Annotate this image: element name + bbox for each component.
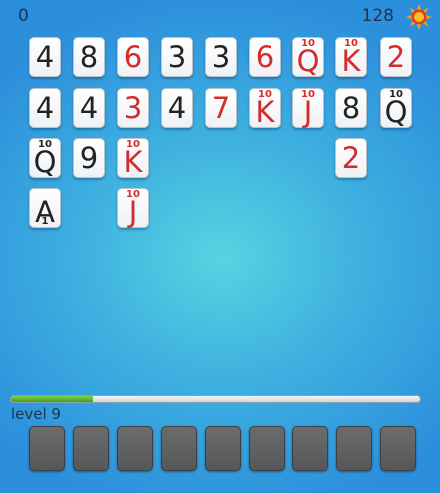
card-rank: J [303,95,313,129]
card-rank: K [341,44,361,78]
card-rank: 7 [211,91,231,125]
card-rank: 6 [255,40,275,74]
tray-slot[interactable] [29,426,65,471]
card-rank: 4 [167,91,187,125]
card-rank: 3 [123,91,143,125]
card-rank: K [123,145,143,179]
card-rank: Q [296,44,320,78]
card[interactable]: 10 Q [292,37,324,77]
card-rank: 4 [79,91,99,125]
tray-slot[interactable] [72,426,109,471]
card[interactable]: 3 [161,37,193,77]
tray-slot[interactable] [116,426,153,471]
card-rank: Q [33,145,57,179]
card-value-badge: 1 [41,216,49,227]
card[interactable]: 10 Q [380,88,412,128]
card-rank: 6 [123,40,143,74]
card[interactable]: 4 [29,88,61,128]
card-rank: 9 [79,141,99,175]
card[interactable]: 10 Q [29,138,61,178]
tray-slot[interactable] [248,426,285,471]
tray-slot[interactable] [336,426,373,471]
level-progress-bar [10,395,421,403]
card-rank: 3 [211,40,231,74]
card[interactable]: 10 J [292,88,324,128]
card[interactable]: 10 K [335,37,367,77]
card-rank: 4 [35,91,55,125]
card[interactable]: 2 [335,138,367,178]
tray-slot[interactable] [292,426,329,471]
card-rank: J [128,195,138,229]
card-rank: Q [384,95,408,129]
card[interactable]: 3 [205,37,237,77]
card[interactable]: A1 [29,188,61,228]
card[interactable]: 4 [161,88,193,128]
card-board: 4 8 6 3 3 6 10 Q 10 K 2 4 4 3 4 7 10 K 10 J 8 10 Q 10 Q 9 10 K 2 A 1 10… [0,0,440,240]
card[interactable]: 10 K [249,88,281,128]
card-rank: 3 [167,40,187,74]
card[interactable]: 2 [380,37,412,77]
card[interactable]: 8 [73,37,105,77]
card[interactable]: 6 [249,37,281,77]
card[interactable]: 4 [73,88,105,128]
level-label: level 9 [11,405,61,423]
card[interactable]: 10 K [117,138,149,178]
tray-slot[interactable] [204,426,241,471]
card[interactable]: 7 [205,88,237,128]
card[interactable]: 4 [29,37,61,77]
level-progress-fill [11,396,93,402]
card-rank: K [255,95,275,129]
card-rank: 8 [341,91,361,125]
card[interactable]: 9 [73,138,105,178]
tray-slot[interactable] [160,426,197,471]
card[interactable]: 3 [117,88,149,128]
card-rank: 2 [386,40,406,74]
card[interactable]: 8 [335,88,367,128]
card-rank: 4 [35,40,55,74]
tray-slot[interactable] [380,426,417,471]
card[interactable]: 10 J [117,188,149,228]
card[interactable]: 6 [117,37,149,77]
card-rank: 8 [79,40,99,74]
card-rank: 2 [341,141,361,175]
